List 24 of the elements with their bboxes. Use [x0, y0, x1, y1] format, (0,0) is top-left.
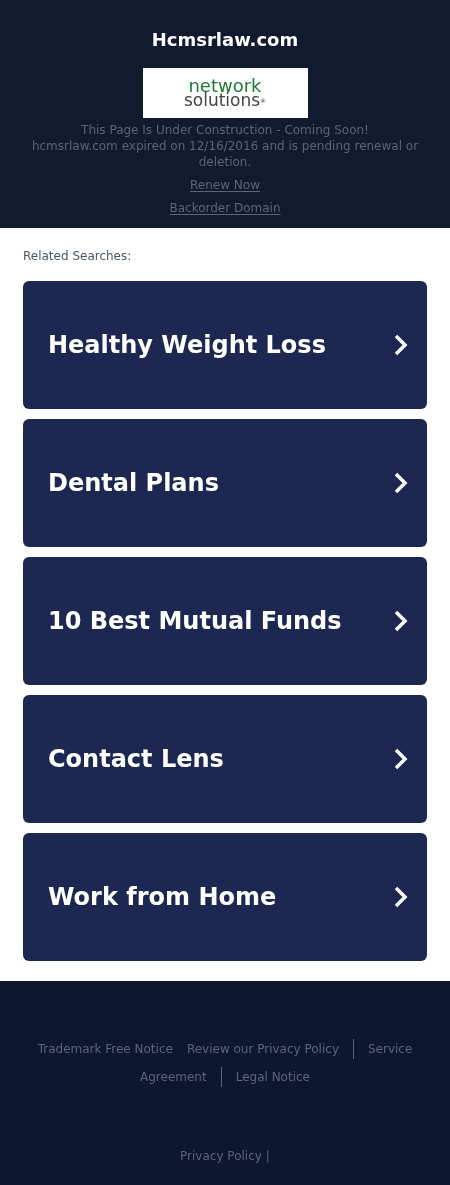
expiry-text: hcmsrlaw.com expired on 12/16/2016 and is pending renewal or deletion. — [30, 138, 420, 170]
site-title: Hcmsrlaw.com — [151, 29, 299, 51]
logo: network solutions$^{®}$ — [142, 68, 308, 118]
chevron-icon — [393, 472, 409, 494]
footer-link[interactable]: Review our Privacy Policy — [186, 1039, 339, 1059]
separator: | — [265, 1148, 270, 1165]
search-link[interactable]: Work from Home — [23, 833, 427, 961]
chevron-icon — [393, 886, 409, 908]
search-link[interactable]: 10 Best Mutual Funds — [23, 557, 427, 685]
footer-link[interactable]: Legal Notice — [235, 1067, 310, 1087]
footer-link[interactable]: Service — [368, 1039, 413, 1059]
search-link[interactable]: Contact Lens — [23, 695, 427, 823]
chevron-icon — [393, 748, 409, 770]
privacy-link[interactable]: Privacy Policy — [180, 1147, 262, 1165]
domain-link[interactable]: Renew Now — [190, 177, 260, 193]
footer-link[interactable]: Agreement — [140, 1067, 207, 1087]
related-heading: Related Searches: — [23, 248, 133, 264]
footer-link[interactable]: Trademark Free Notice — [37, 1039, 173, 1059]
search-link[interactable]: Healthy Weight Loss — [23, 281, 427, 409]
notice-text: This Page Is Under Construction - Coming Soon! — [81, 122, 369, 138]
search-link[interactable]: Dental Plans — [23, 419, 427, 547]
domain-link[interactable]: Backorder Domain — [169, 200, 281, 216]
chevron-icon — [393, 334, 409, 356]
chevron-icon — [393, 610, 409, 632]
